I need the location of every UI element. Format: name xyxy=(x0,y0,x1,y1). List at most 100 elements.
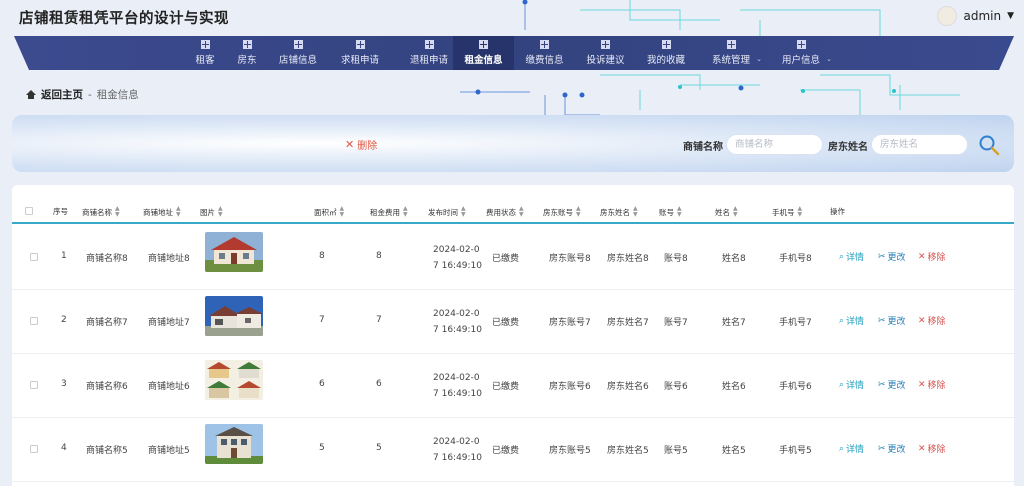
close-icon: ✕ xyxy=(345,138,355,151)
sort-icon[interactable]: ▲ ▼ xyxy=(176,206,181,218)
nav-item[interactable]: 求租申请 xyxy=(332,36,388,70)
row-checkbox[interactable] xyxy=(30,381,38,389)
table-header: 序号 商铺名称 ▲ ▼ 商铺地址 ▲ ▼ 图片 ▲ ▼ 面积㎡ ▲ ▼ 租金费用 ▲ ▼ 发布时间 ▲ ▼ 费用状态 ▲… xyxy=(12,200,1014,224)
username[interactable]: admin xyxy=(963,9,1001,23)
nav-item[interactable]: 缴费信息 xyxy=(514,36,575,70)
edit-button-label: 更改 xyxy=(887,317,906,327)
landlord-name-label: 房东姓名 xyxy=(828,142,868,153)
chevron-down-icon: ⌄ xyxy=(826,55,832,63)
search-button[interactable] xyxy=(978,134,1000,156)
sort-icon[interactable]: ▲ ▼ xyxy=(677,206,682,218)
nav-item[interactable]: 我的收藏 xyxy=(636,36,696,70)
edit-button[interactable]: ✂ 更改 xyxy=(878,314,906,328)
detail-button[interactable]: ⌕ 详情 xyxy=(839,442,864,456)
avatar[interactable] xyxy=(937,6,958,26)
column-header-label: 操作 xyxy=(830,207,845,216)
delete-button[interactable]: ✕ 删除 xyxy=(345,137,377,152)
caret-down-icon[interactable]: ▼ xyxy=(1007,11,1014,21)
sort-icon[interactable]: ▲ ▼ xyxy=(461,206,466,218)
column-header[interactable]: 账号 ▲ ▼ xyxy=(659,206,682,218)
column-header[interactable]: 图片 ▲ ▼ xyxy=(200,206,223,218)
nav-item[interactable]: 租金信息 xyxy=(453,36,514,70)
cell-phone: 手机号7 xyxy=(779,318,812,328)
cell-address: 商铺地址5 xyxy=(148,446,190,456)
column-header[interactable]: 发布时间 ▲ ▼ xyxy=(428,206,466,218)
column-header[interactable]: 姓名 ▲ ▼ xyxy=(715,206,738,218)
shop-name-input[interactable] xyxy=(726,134,823,155)
cell-account: 账号5 xyxy=(664,446,688,456)
detail-button-label: 详情 xyxy=(846,381,865,391)
row-checkbox[interactable] xyxy=(30,253,38,261)
delete-button-label: 删除 xyxy=(357,141,378,152)
sort-icon[interactable]: ▲ ▼ xyxy=(733,206,738,218)
edit-button[interactable]: ✂ 更改 xyxy=(878,442,906,456)
cell-publish-time: 2024-02-07 16:49:10 xyxy=(433,309,483,335)
shop-thumbnail[interactable] xyxy=(205,296,263,336)
cell-status: 已缴费 xyxy=(492,318,520,328)
landlord-name-input[interactable] xyxy=(871,134,968,155)
column-header[interactable]: 面积㎡ ▲ ▼ xyxy=(314,206,344,218)
magnify-icon: ⌕ xyxy=(839,443,845,454)
edit-icon: ✂ xyxy=(878,315,886,326)
column-header[interactable]: 手机号 ▲ ▼ xyxy=(772,206,802,218)
edit-button[interactable]: ✂ 更改 xyxy=(878,378,906,392)
cell-name: 姓名7 xyxy=(722,318,746,328)
cell-publish-time: 2024-02-07 16:49:10 xyxy=(433,437,483,463)
column-header-label: 发布时间 xyxy=(428,207,458,217)
detail-button[interactable]: ⌕ 详情 xyxy=(839,378,865,392)
remove-button[interactable]: ✕ 移除 xyxy=(918,314,946,328)
remove-button[interactable]: ✕ 移除 xyxy=(918,442,946,456)
column-header-label: 房东姓名 xyxy=(600,207,630,217)
select-all-checkbox[interactable] xyxy=(25,207,33,215)
sort-icon[interactable]: ▲ ▼ xyxy=(340,206,345,218)
home-icon[interactable] xyxy=(26,90,36,99)
sort-icon[interactable]: ▲ ▼ xyxy=(115,206,120,218)
column-header[interactable]: 房东账号 ▲ ▼ xyxy=(543,206,581,218)
edit-button-label: 更改 xyxy=(887,253,906,263)
nav-item[interactable]: 房东 xyxy=(219,36,275,70)
remove-button[interactable]: ✕ 移除 xyxy=(918,250,946,264)
sort-icon[interactable]: ▲ ▼ xyxy=(218,206,223,218)
column-header: 序号 xyxy=(53,206,68,217)
edit-button[interactable]: ✂ 更改 xyxy=(878,250,906,264)
detail-button[interactable]: ⌕ 详情 xyxy=(839,314,864,328)
sort-icon[interactable]: ▲ ▼ xyxy=(798,206,803,218)
cell-shop-name: 商铺名称7 xyxy=(86,318,128,328)
shop-thumbnail[interactable] xyxy=(205,424,263,464)
cell-name: 姓名5 xyxy=(722,446,746,456)
sort-icon[interactable]: ▲ ▼ xyxy=(633,206,638,218)
shop-thumbnail[interactable] xyxy=(205,360,263,400)
column-header[interactable]: 费用状态 ▲ ▼ xyxy=(486,206,524,218)
shop-thumbnail[interactable] xyxy=(205,232,263,272)
cell-publish-time: 2024-02-07 16:49:10 xyxy=(433,245,483,271)
column-header[interactable]: 租金费用 ▲ ▼ xyxy=(370,206,408,218)
nav-item[interactable]: 用户信息 ⌄ xyxy=(766,36,836,70)
search-icon xyxy=(979,135,1000,156)
menu-grid-icon xyxy=(200,40,210,49)
row-checkbox[interactable] xyxy=(30,445,38,453)
remove-button[interactable]: ✕ 移除 xyxy=(918,378,946,392)
nav-item[interactable]: 投诉建议 xyxy=(575,36,636,70)
nav-item[interactable]: 退租申请 xyxy=(400,36,458,70)
cell-address: 商铺地址7 xyxy=(148,318,190,328)
user-menu[interactable]: admin ▼ xyxy=(937,6,1014,26)
sort-icon[interactable]: ▲ ▼ xyxy=(403,206,408,218)
row-checkbox[interactable] xyxy=(30,317,38,325)
detail-button[interactable]: ⌕ 详情 xyxy=(839,250,864,264)
table-row: 2 商铺名称7 商铺地址7 7 7 已缴费 房东账号7 房东姓名7 账号7 姓名7 手机号7 2024… xyxy=(12,290,1014,354)
breadcrumb-separator: - xyxy=(88,88,92,101)
rent-table: 序号 商铺名称 ▲ ▼ 商铺地址 ▲ ▼ 图片 ▲ ▼ 面积㎡ ▲ ▼ 租金费用 ▲ ▼ 发布时间 ▲ ▼ 费用状态 ▲… xyxy=(12,185,1014,486)
sort-icon[interactable]: ▲ ▼ xyxy=(576,206,581,218)
close-icon: ✕ xyxy=(918,251,926,262)
sort-icon[interactable]: ▲ ▼ xyxy=(519,206,524,218)
nav-item[interactable]: 店铺信息 xyxy=(268,36,328,70)
menu-grid-icon xyxy=(540,40,549,49)
column-header[interactable]: 商铺名称 ▲ ▼ xyxy=(82,206,120,218)
breadcrumb-home-link[interactable]: 返回主页 xyxy=(41,87,83,102)
nav-item[interactable]: 系统管理 ⌄ xyxy=(696,36,766,70)
cell-status: 已缴费 xyxy=(492,254,520,264)
column-header[interactable]: 房东姓名 ▲ ▼ xyxy=(600,206,638,218)
column-header[interactable]: 商铺地址 ▲ ▼ xyxy=(143,206,181,218)
edit-icon: ✂ xyxy=(878,379,886,390)
cell-name: 姓名8 xyxy=(722,254,746,264)
